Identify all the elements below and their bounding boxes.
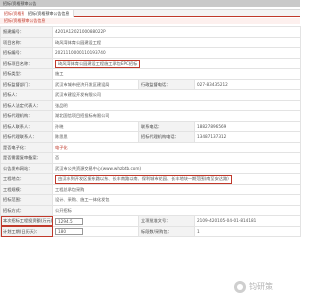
field-label: 招标代理机构： — [0, 110, 53, 122]
table-row: 计划工期(日历天)： 180 标段数/采购包： 1 — [0, 225, 301, 237]
tab-notice-info[interactable]: 招标/资格预审公告信息 — [24, 10, 75, 17]
tab-bar: 招标/资格预审公告 招标/资格预审公告信息 — [0, 9, 300, 17]
supervisor-phone-value: 027-83435212 — [194, 78, 301, 90]
field-label: 工程地点： — [0, 173, 53, 185]
estimate-field: 1294.5 — [55, 217, 83, 225]
field-label: 招标人联系人： — [0, 120, 53, 132]
notice-no-value: 4201A1202100088022P — [52, 26, 301, 38]
estimate-cell: 1294.5 — [52, 215, 139, 227]
bid-project-name-value: 琦风湾体育公园建设工程施工承包EPC招标 — [52, 57, 301, 69]
method-value: 公开招标 — [52, 204, 301, 216]
location-value: 由汉水到开发区振东路以东、长丰南路以南、保利城市花园、长丰地块一期范围(南至安达… — [52, 173, 301, 185]
review-value: 否 — [52, 152, 301, 164]
table-row: 报建编号： 4201A1202100088022P — [0, 26, 301, 38]
field-label: 招标代理机构电话： — [138, 131, 195, 143]
field-label: 招标编号： — [0, 47, 53, 59]
table-row: 招标范围： 设计、采购、施工一体化发包 — [0, 194, 301, 206]
approval-no-value: 2109-420105-04-01-814181 — [194, 215, 301, 227]
tenderer-value: 武汉市建设开发有限公司 — [52, 89, 301, 101]
legal-rep-value: 张品明 — [52, 99, 301, 111]
table-row: 是否电子化： 电子化 — [0, 141, 301, 153]
table-row: 招标人： 武汉市建设开发有限公司 — [0, 89, 301, 101]
field-label: 公告发布网站： — [0, 162, 53, 174]
table-row: 招标人联系人： 孙晓 联系电话： 18827896569 — [0, 120, 301, 132]
table-row: 招标人法定代表人： 张品明 — [0, 99, 301, 111]
field-label: 招标代理联系人： — [0, 131, 53, 143]
watermark: 钧研策 — [232, 278, 296, 296]
table-row: 项目名称： 琦风湾体育公园建设工程 — [0, 36, 301, 48]
field-label: 联系电话： — [138, 120, 195, 132]
field-label: 报建编号： — [0, 26, 53, 38]
field-label: 标段数/采购包： — [138, 225, 195, 237]
table-row: 招标类型： 施工 — [0, 68, 301, 80]
scale-value: 工程总承包采购 — [52, 183, 301, 195]
supervisor-value: 武汉市城市经济开发区建设局 — [52, 78, 139, 90]
field-label: 招标监督部门： — [0, 78, 53, 90]
bid-type-value: 施工 — [52, 68, 301, 80]
field-label: 本次招标工程投资额(万元)： — [0, 215, 53, 227]
field-label: 招标项目名称： — [0, 57, 53, 69]
duration-cell: 180 — [52, 225, 139, 237]
duration-field: 180 — [55, 228, 83, 235]
highlighted-location: 由汉水到开发区振东路以东、长丰南路以南、保利城市花园、长丰地块一期范围(南至安达… — [55, 175, 232, 184]
field-label: 招标人： — [0, 89, 53, 101]
agency-contact-value: 陈思思 — [52, 131, 139, 143]
field-label: 是否电子化： — [0, 141, 53, 153]
table-row: 招标代理联系人： 陈思思 招标代理机构电话： 13487137312 — [0, 131, 301, 143]
field-label: 招标方式： — [0, 204, 53, 216]
agency-phone-value: 13487137312 — [194, 131, 301, 143]
scope-value: 设计、采购、施工一体化发包 — [52, 194, 301, 206]
table-row: 招标编号： 2021110000110193740 — [0, 47, 301, 59]
table-row: 公告发布网站： 武汉市公共资源交易中心(www.whzbtb.com) — [0, 162, 301, 174]
table-row: 是否需要复审备案： 否 — [0, 152, 301, 164]
table-row: 本次招标工程投资额(万元)： 1294.5 立项批准文号： 2109-42010… — [0, 215, 301, 227]
bid-no-value: 2021110000110193740 — [52, 47, 301, 59]
open-method-value: 电子化 — [52, 141, 301, 153]
lot-count-value: 1 — [194, 225, 301, 237]
field-label: 行政监督电话： — [138, 78, 195, 90]
table-row: 招标方式： 公开招标 — [0, 204, 301, 216]
section-title: 招标/资格预审公告信息 — [4, 18, 46, 23]
window-titlebar: 招标/资格预审公告 — [0, 0, 300, 7]
section-header: 招标/资格预审公告信息 — [0, 18, 300, 24]
contact-phone-value: 18827896569 — [194, 120, 301, 132]
contact-value: 孙晓 — [52, 120, 139, 132]
watermark-logo-icon — [234, 281, 246, 293]
window-title: 招标/资格预审公告 — [3, 1, 37, 6]
project-name-value: 琦风湾体育公园建设工程 — [52, 36, 301, 48]
table-row: 招标监督部门： 武汉市城市经济开发区建设局 行政监督电话： 027-834352… — [0, 78, 301, 90]
table-row: 工程规模： 工程总承包采购 — [0, 183, 301, 195]
field-label: 招标范围： — [0, 194, 53, 206]
highlighted-bid-project-name: 琦风湾体育公园建设工程施工承包EPC招标 — [55, 59, 141, 68]
field-label: 项目名称： — [0, 36, 53, 48]
notice-form-table: 报建编号： 4201A1202100088022P 项目名称： 琦风湾体育公园建… — [0, 26, 301, 237]
watermark-text: 钧研策 — [249, 282, 273, 291]
website-value[interactable]: 武汉市公共资源交易中心(www.whzbtb.com) — [52, 162, 301, 174]
table-row: 工程地点： 由汉水到开发区振东路以东、长丰南路以南、保利城市花园、长丰地块一期范… — [0, 173, 301, 185]
table-row: 招标项目名称： 琦风湾体育公园建设工程施工承包EPC招标 — [0, 57, 301, 69]
agency-value: 湖北国信项目招投标有限公司 — [52, 110, 301, 122]
field-label: 招标人法定代表人： — [0, 99, 53, 111]
field-label: 工程规模： — [0, 183, 53, 195]
field-label: 招标类型： — [0, 68, 53, 80]
field-label: 立项批准文号： — [138, 215, 195, 227]
electronic-status: 电子化 — [55, 144, 68, 150]
field-label: 是否需要复审备案： — [0, 152, 53, 164]
table-row: 招标代理机构： 湖北国信项目招投标有限公司 — [0, 110, 301, 122]
field-label: 计划工期(日历天)： — [0, 225, 53, 237]
